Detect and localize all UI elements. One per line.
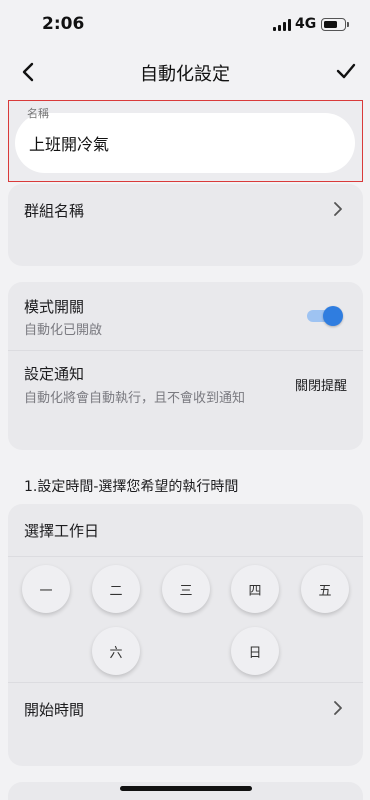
start-time-label: 開始時間 bbox=[24, 701, 85, 719]
settings-card: 模式開關 自動化已開啟 設定通知 自動化將會自動執行，且不會收到通知 關閉提醒 bbox=[8, 282, 363, 450]
confirm-button[interactable] bbox=[332, 57, 360, 85]
cellular-signal-icon bbox=[273, 19, 291, 31]
notification-description: 自動化將會自動執行，且不會收到通知 bbox=[24, 391, 246, 406]
next-card bbox=[8, 782, 363, 800]
status-bar: 2:06 4G bbox=[0, 0, 370, 48]
day-button-fri[interactable]: 五 bbox=[301, 565, 349, 613]
workday-label: 選擇工作日 bbox=[24, 522, 100, 540]
toggle-knob bbox=[323, 306, 343, 326]
day-button-sun[interactable]: 日 bbox=[231, 627, 279, 675]
mode-switch-title: 模式開關 bbox=[24, 298, 85, 316]
battery-icon bbox=[321, 18, 349, 31]
day-button-wed[interactable]: 三 bbox=[162, 565, 210, 613]
navigation-bar: 自動化設定 bbox=[0, 50, 370, 94]
divider bbox=[8, 556, 363, 557]
chevron-right-icon bbox=[334, 701, 342, 715]
schedule-heading: 1.設定時間-選擇您希望的執行時間 bbox=[24, 479, 239, 495]
notification-action[interactable]: 關閉提醒 bbox=[295, 375, 347, 394]
name-field-label: 名稱 bbox=[27, 107, 49, 120]
page-title: 自動化設定 bbox=[140, 64, 230, 85]
home-indicator bbox=[120, 786, 252, 791]
notification-title: 設定通知 bbox=[24, 365, 85, 383]
mode-switch-status: 自動化已開啟 bbox=[24, 323, 103, 338]
day-button-sat[interactable]: 六 bbox=[92, 627, 140, 675]
automation-name-input[interactable] bbox=[15, 113, 355, 173]
mode-toggle[interactable] bbox=[307, 306, 343, 326]
chevron-right-icon bbox=[334, 202, 342, 216]
group-card: 群組名稱 bbox=[8, 184, 363, 266]
network-type: 4G bbox=[295, 16, 317, 32]
schedule-card: 選擇工作日 一 二 三 四 五 六 日 開始時間 bbox=[8, 504, 363, 766]
start-time-row[interactable]: 開始時間 bbox=[8, 683, 363, 733]
checkmark-icon bbox=[336, 63, 356, 79]
group-name-label: 群組名稱 bbox=[24, 202, 85, 220]
day-button-tue[interactable]: 二 bbox=[92, 565, 140, 613]
mode-switch-row: 模式開關 自動化已開啟 bbox=[8, 282, 363, 350]
day-button-thu[interactable]: 四 bbox=[231, 565, 279, 613]
notification-row[interactable]: 設定通知 自動化將會自動執行，且不會收到通知 關閉提醒 bbox=[8, 351, 363, 421]
name-field-container: 名稱 bbox=[8, 100, 363, 182]
group-name-row[interactable]: 群組名稱 bbox=[8, 184, 363, 234]
status-time: 2:06 bbox=[42, 14, 85, 34]
day-button-mon[interactable]: 一 bbox=[22, 565, 70, 613]
